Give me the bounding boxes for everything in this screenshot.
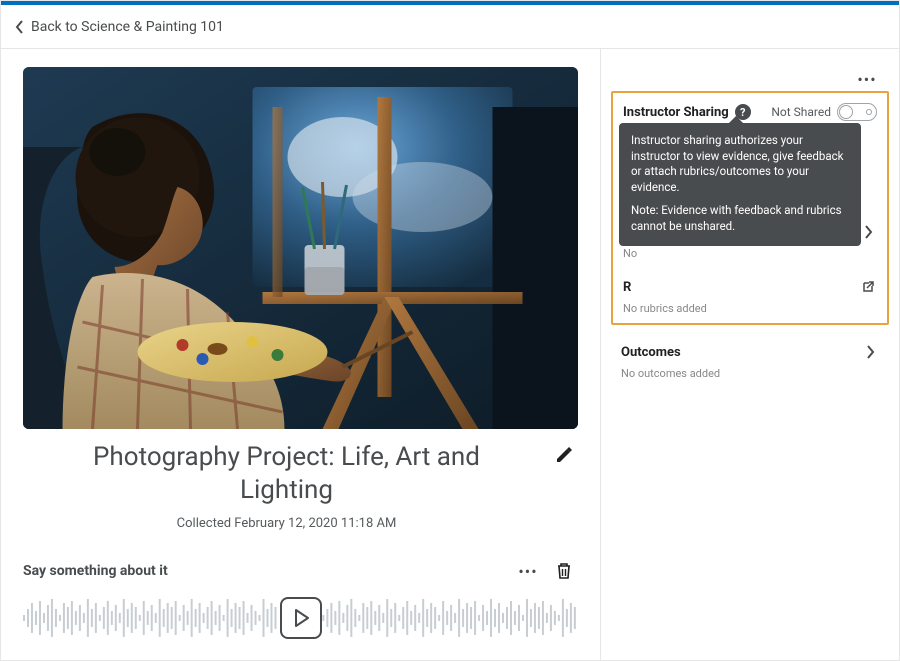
- reflection-more-button[interactable]: •••: [514, 557, 542, 585]
- panel-2-sub: No rubrics added: [623, 302, 877, 315]
- evidence-more-button[interactable]: •••: [853, 65, 881, 93]
- sharing-status: Not Shared: [771, 105, 831, 119]
- tooltip-line-2: Note: Evidence with feedback and rubrics…: [631, 203, 849, 234]
- evidence-image: [23, 67, 578, 429]
- kebab-icon: •••: [857, 70, 876, 89]
- trash-icon: [556, 562, 572, 580]
- play-icon: [290, 607, 312, 629]
- audio-play-button[interactable]: [280, 597, 322, 639]
- back-label: Back to Science & Painting 101: [31, 19, 224, 35]
- toggle-knob: [839, 105, 853, 119]
- external-link-icon: [859, 278, 877, 296]
- edit-title-button[interactable]: [550, 441, 578, 469]
- sharing-toggle[interactable]: [837, 103, 877, 121]
- main-panel: Photography Project: Life, Art and Light…: [1, 49, 601, 660]
- instructor-sharing-label: Instructor Sharing: [623, 105, 729, 120]
- panel-1-sub: No: [623, 247, 877, 260]
- outcomes-sub: No outcomes added: [621, 367, 879, 380]
- kebab-icon: •••: [518, 562, 537, 581]
- chevron-right-icon: [859, 223, 877, 241]
- toggle-indicator: [866, 109, 872, 115]
- chevron-right-icon: [861, 343, 879, 361]
- panel-row-2[interactable]: R: [623, 274, 877, 300]
- pencil-icon: [555, 446, 573, 464]
- sharing-tooltip: Instructor sharing authorizes your instr…: [619, 123, 861, 246]
- instructor-sharing-highlight: Instructor Sharing ? Not Shared Instruct…: [611, 91, 889, 325]
- outcomes-label: Outcomes: [621, 345, 861, 360]
- outcomes-row[interactable]: Outcomes: [621, 339, 879, 365]
- tooltip-line-1: Instructor sharing authorizes your instr…: [631, 133, 849, 195]
- chevron-left-icon: [15, 20, 25, 34]
- back-link[interactable]: Back to Science & Painting 101: [1, 5, 899, 49]
- reflection-delete-button[interactable]: [550, 557, 578, 585]
- collected-timestamp: Collected February 12, 2020 11:18 AM: [23, 516, 550, 531]
- reflection-prompt: Say something about it: [23, 563, 506, 579]
- panel-2-initial: R: [623, 280, 635, 295]
- side-panel: ••• Instructor Sharing ? Not Shared: [601, 49, 899, 660]
- evidence-title: Photography Project: Life, Art and Light…: [63, 441, 510, 506]
- audio-waveform: [23, 591, 578, 645]
